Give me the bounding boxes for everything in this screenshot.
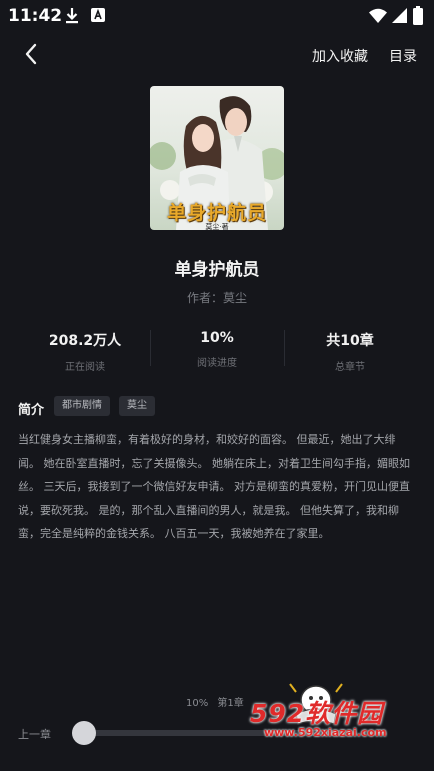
tag-author[interactable]: 莫尘 <box>119 396 155 416</box>
slider-thumb[interactable] <box>72 721 96 745</box>
book-stats: 208.2万人 正在阅读 10% 阅读进度 共10章 总章节 <box>0 328 434 378</box>
reading-progress-info: 10% 第1章 <box>186 694 244 709</box>
readers-label: 正在阅读 <box>65 362 105 373</box>
progress-percent: 10% <box>186 698 209 709</box>
book-cover[interactable]: 单身护航员 莫尘·著 <box>150 86 284 230</box>
book-title: 单身护航员 <box>174 260 260 280</box>
progress-value: 10% <box>200 330 234 346</box>
chapters-stat: 共10章 总章节 <box>280 328 420 373</box>
readers-stat: 208.2万人 正在阅读 <box>15 328 155 373</box>
cover-author: 莫尘·著 <box>205 223 229 230</box>
add-to-favorites-button[interactable]: 加入收藏 <box>312 46 368 66</box>
progress-stat: 10% 阅读进度 <box>147 328 287 369</box>
table-of-contents-button[interactable]: 目录 <box>389 46 417 66</box>
chapters-count: 共10章 <box>326 333 374 349</box>
cover-title: 单身护航员 <box>166 202 267 224</box>
a-app-icon <box>90 7 106 27</box>
watermark: 592软件园 www.592xiazai.com <box>238 680 434 771</box>
progress-label: 阅读进度 <box>197 358 237 369</box>
status-bar: 11:42 <box>0 0 434 32</box>
download-icon <box>64 7 80 29</box>
chevron-left-icon <box>25 43 37 65</box>
status-time: 11:42 <box>8 6 63 26</box>
back-button[interactable] <box>20 42 44 66</box>
watermark-url: www.592xiazai.com <box>264 726 387 739</box>
watermark-brand: 592软件园 <box>250 699 384 728</box>
intro-label: 简介 <box>18 403 45 418</box>
intro-text: 当红健身女主播柳蛮，有着极好的身材，和姣好的面容。 但最近，她出了大绯闻。 她在… <box>18 433 410 540</box>
tag-genre[interactable]: 都市剧情 <box>54 396 110 416</box>
prev-chapter-button[interactable]: 上一章 <box>18 726 51 742</box>
battery-icon <box>413 6 423 29</box>
signal-icon <box>392 8 407 27</box>
wifi-icon <box>369 8 387 27</box>
chapters-label: 总章节 <box>335 362 365 373</box>
readers-count: 208.2万人 <box>48 333 122 349</box>
top-nav: 加入收藏 目录 <box>0 38 434 72</box>
book-author: 作者：莫尘 <box>186 291 247 305</box>
